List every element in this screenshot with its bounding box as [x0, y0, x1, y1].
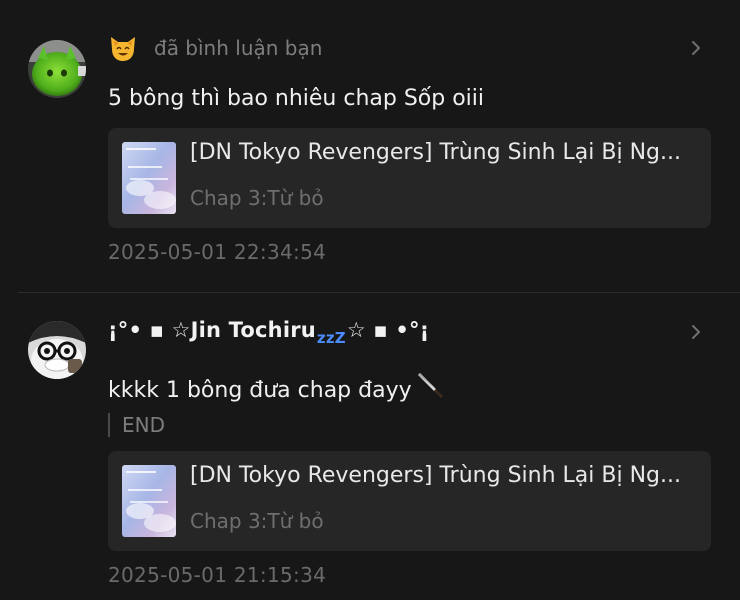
comment-text: kkkk 1 bông đưa chap đayy — [108, 371, 710, 407]
comment-header-text: đã bình luận bạn — [154, 36, 323, 60]
comment-text-content: kkkk 1 bông đưa chap đayy — [108, 378, 412, 403]
story-thumbnail — [122, 142, 176, 214]
story-card[interactable]: [DN Tokyo Revengers] Trùng Sinh Lại Bị N… — [108, 128, 711, 228]
avatar[interactable] — [28, 40, 86, 98]
story-card[interactable]: [DN Tokyo Revengers] Trùng Sinh Lại Bị N… — [108, 451, 711, 551]
story-title: [DN Tokyo Revengers] Trùng Sinh Lại Bị N… — [190, 463, 681, 488]
chevron-right-icon[interactable] — [686, 322, 706, 342]
chapter-label: Chap 3:Từ bỏ — [190, 509, 324, 533]
avatar[interactable] — [28, 321, 86, 379]
comment-item[interactable]: ¡°• ▪ ☆Jin TochiruzzZ☆ ▪ •°¡ kkkk 1 bông… — [0, 293, 740, 600]
comment-notification-list: đã bình luận bạn 5 bông thì bao nhiêu ch… — [0, 0, 740, 600]
cat-emoji-icon — [108, 33, 138, 63]
comment-text: 5 bông thì bao nhiêu chap Sốp oiii — [108, 86, 485, 111]
story-title: [DN Tokyo Revengers] Trùng Sinh Lại Bị N… — [190, 140, 681, 165]
sleep-glyph: zzZ — [316, 328, 346, 347]
comment-header[interactable]: đã bình luận bạn — [108, 30, 710, 66]
story-thumbnail — [122, 465, 176, 537]
comment-header[interactable]: ¡°• ▪ ☆Jin TochiruzzZ☆ ▪ •°¡ — [108, 309, 710, 355]
quoted-text: END — [108, 413, 165, 437]
username-prefix: ¡°• ▪ ☆Jin Tochiru — [108, 317, 316, 342]
chevron-right-icon[interactable] — [686, 38, 706, 58]
comment-timestamp: 2025-05-01 21:15:34 — [108, 563, 327, 587]
comment-timestamp: 2025-05-01 22:34:54 — [108, 240, 327, 264]
chapter-label: Chap 3:Từ bỏ — [190, 186, 324, 210]
comment-item[interactable]: đã bình luận bạn 5 bông thì bao nhiêu ch… — [0, 0, 740, 292]
knife-icon — [414, 371, 444, 407]
username[interactable]: ¡°• ▪ ☆Jin TochiruzzZ☆ ▪ •°¡ — [108, 318, 429, 347]
username-suffix: ☆ ▪ •°¡ — [346, 317, 430, 342]
